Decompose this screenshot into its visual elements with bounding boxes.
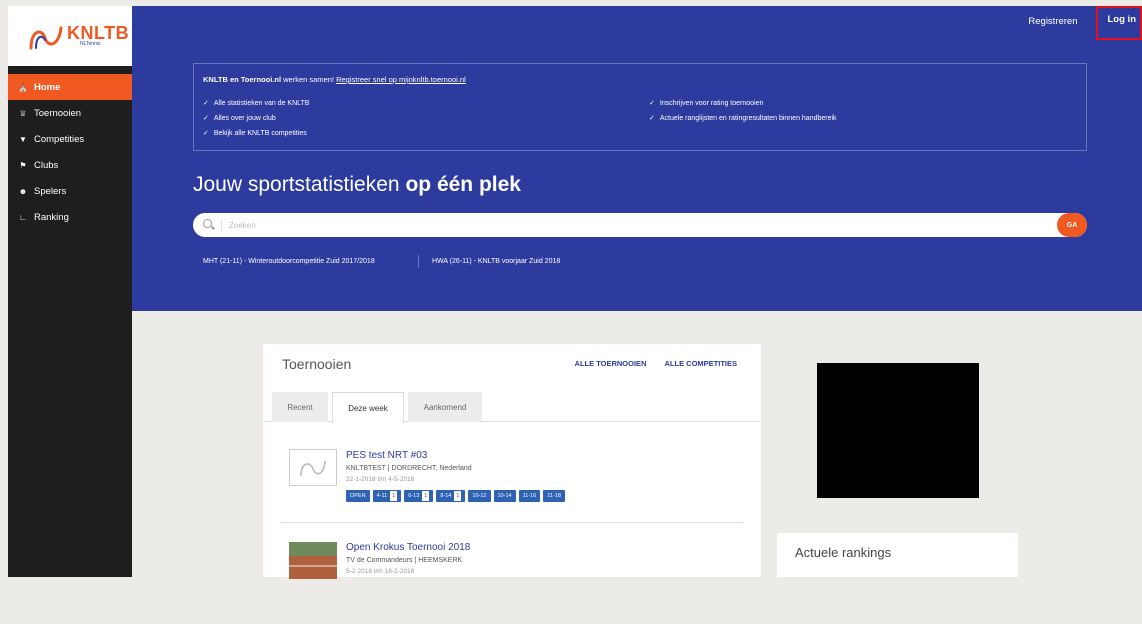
nav-item-spelers[interactable]: ☻ Spelers	[8, 178, 132, 204]
login-link[interactable]: Log in	[1096, 6, 1142, 40]
hero-title-plain: Jouw sportstatistieken	[193, 173, 400, 196]
category-badge[interactable]: 4-111	[373, 490, 402, 502]
tournaments-title: Toernooien	[282, 356, 351, 372]
feature-item: Inschrijven voor rating toernooien	[649, 96, 837, 111]
category-badge[interactable]: OPEN	[346, 490, 370, 502]
category-badge[interactable]: 11-16	[519, 490, 541, 502]
badge-label: 11-18	[547, 493, 561, 499]
nav-item-competities[interactable]: ▼ Competities	[8, 126, 132, 152]
register-toernooi-link[interactable]: Registreer snel op mijnknltb.toernooi.nl	[336, 75, 466, 84]
nav-item-ranking[interactable]: ∟ Ranking	[8, 204, 132, 230]
list-item[interactable]: PES test NRT #03 KNLTBTEST | DORDRECHT, …	[263, 424, 761, 524]
info-heading: KNLTB en Toernooi.nl werken samen! Regis…	[203, 75, 466, 84]
court-photo-icon	[289, 542, 337, 579]
tab-aankomend[interactable]: Aankomend	[408, 392, 482, 422]
recent-search-link[interactable]: HWA (26-11) - KNLTB voorjaar Zuid 2018	[418, 255, 560, 268]
feature-list-left: Alle statistieken van de KNLTB Alles ove…	[203, 96, 309, 141]
tournament-meta: KNLTBTEST | DORDRECHT, Nederland	[346, 465, 472, 472]
sidebar: KNLTB NLTennis ⛪ Home ♕ Toernooien ▼ Compet…	[8, 6, 132, 577]
logo[interactable]: KNLTB NLTennis	[8, 6, 132, 66]
feature-item: Alle statistieken van de KNLTB	[203, 96, 309, 111]
tournament-logo	[289, 449, 337, 486]
list-divider	[281, 522, 743, 523]
search-input[interactable]	[229, 217, 1009, 233]
hero-title-bold: op één plek	[405, 173, 521, 196]
info-box: KNLTB en Toernooi.nl werken samen! Regis…	[193, 63, 1087, 151]
tab-recent[interactable]: Recent	[272, 392, 328, 422]
category-badge[interactable]: 10-14	[494, 490, 516, 502]
badge-count: 1	[422, 491, 429, 501]
register-link[interactable]: Registreren	[1028, 16, 1077, 27]
flag-icon: ⚑	[18, 161, 28, 170]
nav-item-label: Toernooien	[34, 108, 81, 119]
badge-count: 1	[454, 491, 461, 501]
search-bar: GA	[193, 213, 1087, 237]
nav-item-clubs[interactable]: ⚑ Clubs	[8, 152, 132, 178]
knltb-logo-icon	[28, 22, 64, 50]
category-badge[interactable]: 8-141	[436, 490, 465, 502]
tab-deze-week[interactable]: Deze week	[332, 392, 404, 423]
cup-icon: ▼	[18, 135, 28, 144]
tournament-meta: TV de Commandeurs | HEEMSKERK	[346, 557, 462, 564]
list-item[interactable]: Open Krokus Toernooi 2018 TV de Commande…	[263, 524, 761, 624]
tournament-date: 5-2-2018 t/m 18-2-2018	[346, 568, 414, 575]
tournaments-card: Toernooien ALLE TOERNOOIEN ALLE COMPETIT…	[263, 344, 761, 577]
feature-list-right: Inschrijven voor rating toernooien Actue…	[649, 96, 837, 126]
feature-item: Actuele ranglijsten en ratingresultaten …	[649, 111, 837, 126]
rankings-title: Actuele rankings	[795, 545, 891, 560]
info-heading-bold: KNLTB en Toernooi.nl	[203, 75, 281, 84]
tournaments-links: ALLE TOERNOOIEN ALLE COMPETITIES	[575, 359, 737, 368]
home-icon: ⛪	[18, 83, 28, 92]
tournament-photo	[289, 542, 337, 579]
badge-label: 10-14	[498, 493, 512, 499]
nav-item-label: Ranking	[34, 212, 69, 223]
search-go-button[interactable]: GA	[1057, 213, 1087, 237]
nav-item-home[interactable]: ⛪ Home	[8, 74, 132, 100]
feature-item: Alles over jouw club	[203, 111, 309, 126]
badge-label: 10-12	[472, 493, 486, 499]
search-separator	[221, 219, 222, 231]
recent-search-link[interactable]: MHT (21-11) - Winteroutdoorcompetitie Zu…	[203, 255, 403, 268]
nav-item-toernooien[interactable]: ♕ Toernooien	[8, 100, 132, 126]
badge-count: 1	[390, 491, 397, 501]
players-icon: ☻	[18, 187, 28, 196]
category-badge[interactable]: 6-131	[404, 490, 433, 502]
tournament-tabs: Recent Deze week Aankomend	[263, 392, 761, 422]
trophy-icon: ♕	[18, 109, 28, 118]
badge-label: 11-16	[523, 493, 537, 499]
nav-item-label: Competities	[34, 134, 84, 145]
main-nav: ⛪ Home ♕ Toernooien ▼ Competities ⚑ Clubs ☻ S…	[8, 74, 132, 230]
category-badge[interactable]: 11-18	[543, 490, 565, 502]
badge-label: 8-14	[440, 493, 451, 499]
top-bar: Registreren Log in	[1028, 6, 1142, 36]
badge-label: 6-13	[408, 493, 419, 499]
knltb-logo-icon	[298, 458, 328, 478]
tournament-name[interactable]: PES test NRT #03	[346, 450, 427, 461]
nav-item-label: Spelers	[34, 186, 66, 197]
badge-label: 4-11	[377, 493, 388, 499]
badge-label: OPEN	[350, 493, 366, 499]
all-competitions-link[interactable]: ALLE COMPETITIES	[664, 359, 737, 368]
tournament-list: PES test NRT #03 KNLTBTEST | DORDRECHT, …	[263, 424, 761, 577]
hero-banner: Registreren Log in KNLTB en Toernooi.nl …	[132, 6, 1142, 311]
feature-item: Bekijk alle KNLTB competities	[203, 126, 309, 141]
category-badge[interactable]: 10-12	[468, 490, 490, 502]
hero-title: Jouw sportstatistieken op één plek	[193, 173, 521, 197]
search-icon	[203, 219, 212, 228]
nav-item-label: Clubs	[34, 160, 58, 171]
category-badges: OPEN 4-111 6-131 8-141 10-12 10-14 11-16…	[346, 490, 565, 502]
info-heading-text: werken samen!	[283, 75, 334, 84]
chart-icon: ∟	[18, 213, 28, 222]
tournament-date: 22-1-2018 t/m 4-5-2018	[346, 476, 414, 483]
ad-placeholder	[817, 363, 979, 498]
rankings-card: Actuele rankings	[777, 533, 1018, 577]
tournament-name[interactable]: Open Krokus Toernooi 2018	[346, 542, 470, 553]
brand-subtitle: NLTennis	[80, 41, 100, 47]
nav-item-label: Home	[34, 82, 60, 93]
all-tournaments-link[interactable]: ALLE TOERNOOIEN	[575, 359, 647, 368]
